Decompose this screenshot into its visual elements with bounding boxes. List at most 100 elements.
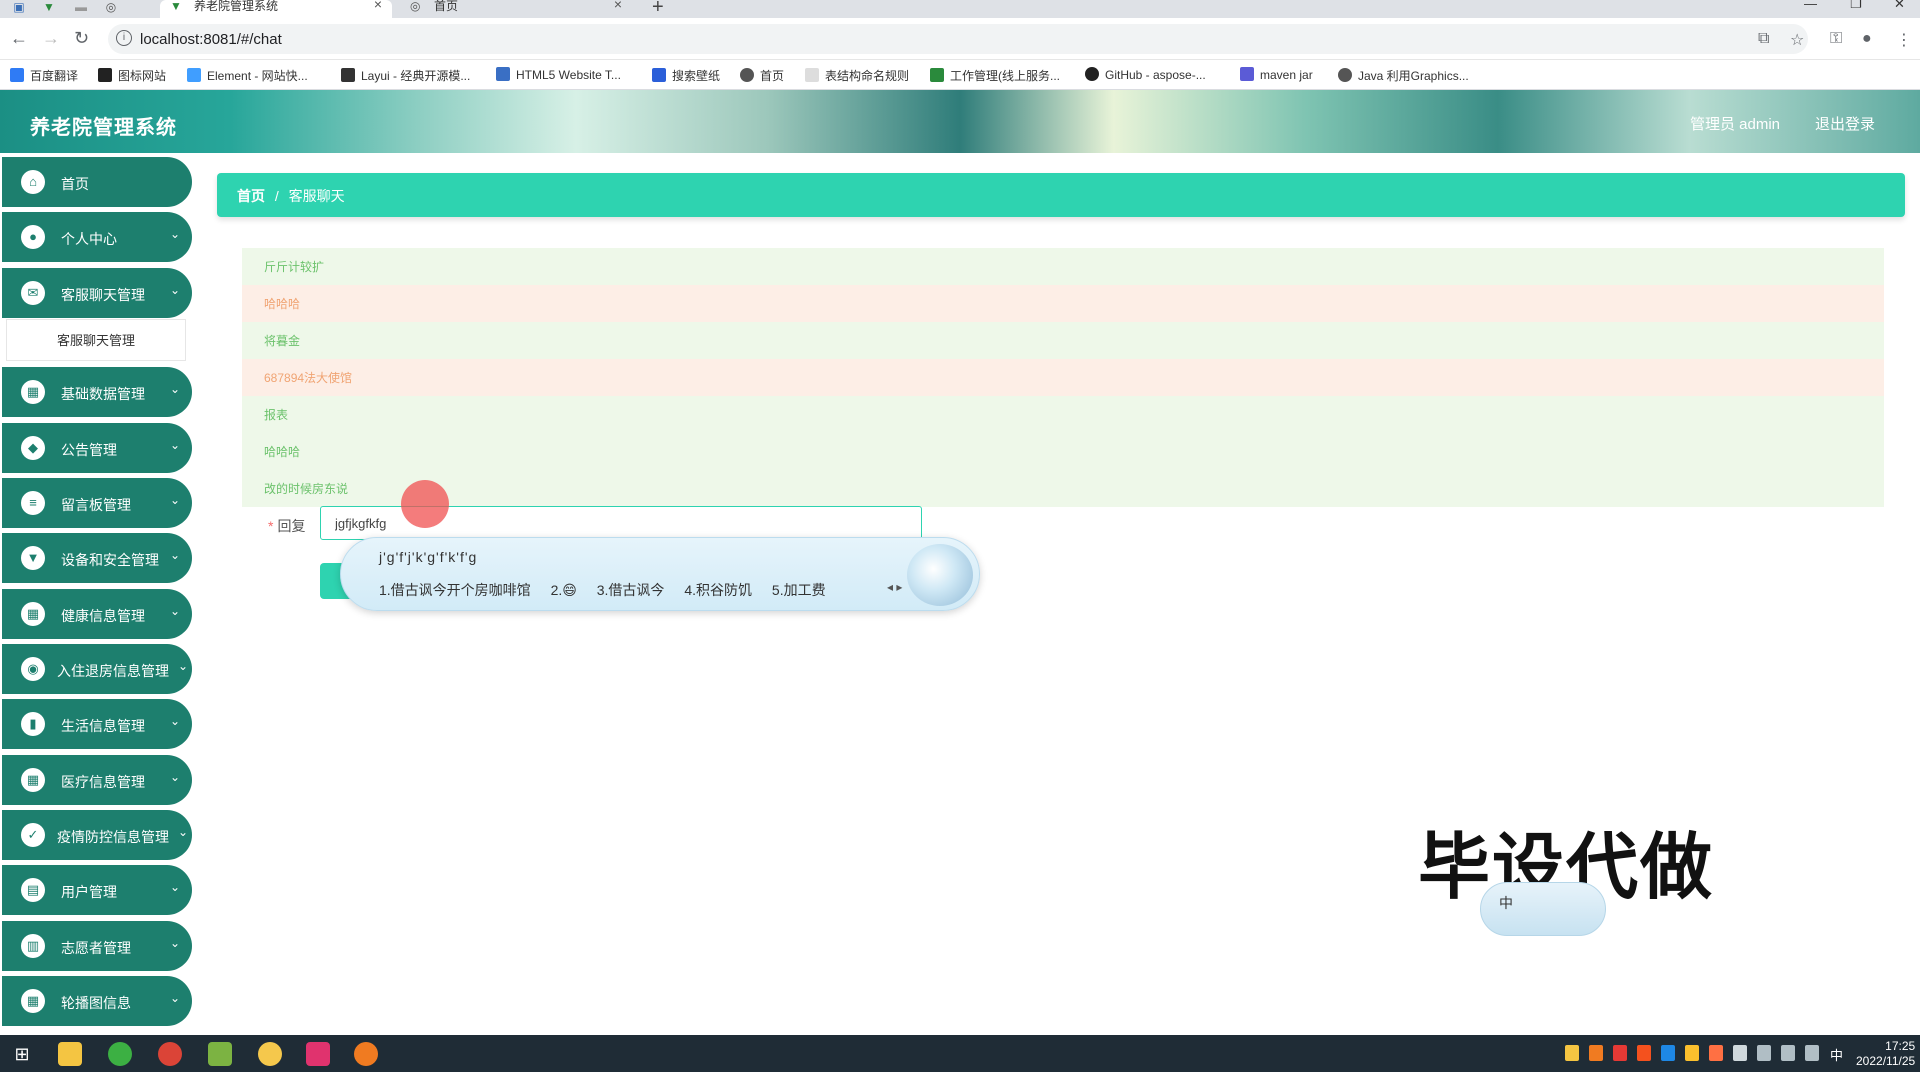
close-window-button[interactable]: ✕: [1894, 0, 1905, 12]
bookmark-icon: [496, 67, 510, 81]
reload-icon[interactable]: ↻: [74, 28, 89, 49]
pinned-tab-icon[interactable]: ▼: [38, 0, 60, 18]
bookmark-item[interactable]: 搜索壁纸: [652, 67, 720, 84]
sidebar-item-checkin[interactable]: ◉ 入住退房信息管理 ⌄: [2, 644, 192, 694]
battery-icon[interactable]: [1733, 1045, 1747, 1061]
notepad-icon[interactable]: [208, 1042, 232, 1066]
sidebar-item-device-safety[interactable]: ▼ 设备和安全管理 ⌄: [2, 533, 192, 583]
url-text[interactable]: localhost:8081/#/chat: [140, 31, 282, 48]
volume-icon[interactable]: [1781, 1045, 1795, 1061]
tray-ime-indicator[interactable]: 中: [1830, 1045, 1843, 1064]
taskbar-clock[interactable]: 17:25 2022/11/25: [1856, 1039, 1915, 1069]
tray-app-icon[interactable]: [1709, 1045, 1723, 1061]
bookmark-item[interactable]: GitHub - aspose-...: [1085, 67, 1206, 82]
tab-label: 首页: [434, 0, 459, 13]
tray-app-icon[interactable]: [1613, 1045, 1627, 1061]
key-icon[interactable]: ⚿: [1830, 30, 1842, 48]
sidebar-item-carousel[interactable]: ▦ 轮播图信息 ⌄: [2, 976, 192, 1026]
bookmark-icon: [1240, 67, 1254, 81]
logout-link[interactable]: 退出登录: [1815, 113, 1875, 134]
sidebar-item-label: 首页: [61, 176, 89, 192]
ime-candidate[interactable]: 1.借古讽今开个房咖啡馆: [379, 582, 531, 598]
windows-start-icon[interactable]: ⊞: [10, 1042, 34, 1066]
close-tab-icon[interactable]: ×: [614, 0, 622, 11]
star-icon[interactable]: ☆: [1790, 30, 1804, 50]
new-tab-button[interactable]: +: [652, 0, 664, 19]
sidebar-item-chat[interactable]: ✉ 客服聊天管理 ⌄: [2, 268, 192, 318]
bookmark-item[interactable]: Element - 网站快...: [187, 67, 308, 84]
pinned-tab-icon[interactable]: ◎: [100, 0, 122, 18]
sidebar-subitem-chat-manage[interactable]: 客服聊天管理: [6, 319, 186, 361]
info-icon[interactable]: i: [116, 30, 132, 46]
sidebar-item-volunteers[interactable]: ▥ 志愿者管理 ⌄: [2, 921, 192, 971]
sidebar-item-health[interactable]: ▦ 健康信息管理 ⌄: [2, 589, 192, 639]
bookmark-item[interactable]: 百度翻译: [10, 67, 78, 84]
users-icon: ▤: [21, 878, 45, 902]
bookmark-item[interactable]: 工作管理(线上服务...: [930, 67, 1060, 84]
ime-skin-decoration: [907, 544, 973, 606]
explorer-icon[interactable]: [58, 1042, 82, 1066]
app-green-icon[interactable]: [108, 1042, 132, 1066]
breadcrumb-home[interactable]: 首页: [237, 188, 265, 204]
network-icon[interactable]: [1757, 1045, 1771, 1061]
app-yellow-icon[interactable]: [258, 1042, 282, 1066]
sidebar-item-label: 设备和安全管理: [61, 552, 159, 568]
reply-label: * 回复: [268, 518, 306, 534]
sidebar-item-label: 医疗信息管理: [61, 774, 145, 790]
sidebar-item-basic-data[interactable]: ▦ 基础数据管理 ⌄: [2, 367, 192, 417]
ime-status-widget[interactable]: 中: [1480, 882, 1606, 936]
ime-candidate[interactable]: 2.😄: [551, 582, 577, 598]
close-tab-icon[interactable]: ×: [374, 0, 382, 11]
bookmark-item[interactable]: HTML5 Website T...: [496, 67, 621, 82]
translate-icon[interactable]: ⧉: [1758, 30, 1769, 48]
bookmark-icon: [10, 68, 24, 82]
shield-icon[interactable]: [1685, 1045, 1699, 1061]
bookmark-item[interactable]: Java 利用Graphics...: [1338, 67, 1469, 84]
tab-home[interactable]: ◎ 首页 ×: [400, 0, 632, 18]
app-orange-icon[interactable]: [354, 1042, 378, 1066]
pinned-tab-icon[interactable]: ▬: [70, 0, 92, 18]
bluetooth-icon[interactable]: [1661, 1045, 1675, 1061]
globe-icon: [740, 68, 754, 82]
chevron-down-icon: ⌄: [169, 438, 180, 452]
bookmark-item[interactable]: 图标网站: [98, 67, 166, 84]
bookmark-icon: [652, 68, 666, 82]
restore-button[interactable]: ❐: [1850, 0, 1862, 12]
tray-search-icon[interactable]: [1589, 1045, 1603, 1061]
clock-time: 17:25: [1885, 1039, 1916, 1053]
sidebar-item-medical[interactable]: ▦ 医疗信息管理 ⌄: [2, 755, 192, 805]
app-launcher-icon[interactable]: ▣: [8, 0, 30, 18]
minimize-button[interactable]: —: [1804, 0, 1817, 11]
sidebar-item-personal[interactable]: ● 个人中心 ⌄: [2, 212, 192, 262]
book-icon: ▮: [21, 712, 45, 736]
bookmark-item[interactable]: 表结构命名规则: [805, 67, 909, 84]
tab-elderly-home[interactable]: ▼ 养老院管理系统 ×: [160, 0, 392, 18]
sidebar-item-notice[interactable]: ◆ 公告管理 ⌄: [2, 423, 192, 473]
tray-app-icon[interactable]: [1637, 1045, 1651, 1061]
bookmark-item[interactable]: 首页: [740, 67, 784, 84]
sidebar-item-epidemic[interactable]: ✓ 疫情防控信息管理 ⌄: [2, 810, 192, 860]
ime-mode-label: 中: [1499, 895, 1513, 911]
sidebar-item-label: 疫情防控信息管理: [57, 829, 169, 845]
intellij-icon[interactable]: [306, 1042, 330, 1066]
sidebar-item-life[interactable]: ▮ 生活信息管理 ⌄: [2, 699, 192, 749]
ime-candidate[interactable]: 4.积谷防饥: [684, 582, 752, 598]
menu-icon[interactable]: ⋮: [1896, 30, 1912, 50]
bookmark-item[interactable]: maven jar: [1240, 67, 1313, 82]
wifi-icon[interactable]: [1805, 1045, 1819, 1061]
sidebar: ⌂ 首页 ● 个人中心 ⌄ ✉ 客服聊天管理 ⌄ 客服聊天管理 ▦ 基础数据管理…: [0, 153, 197, 1035]
back-icon[interactable]: ←: [10, 28, 28, 49]
chrome-icon[interactable]: [158, 1042, 182, 1066]
forward-icon[interactable]: →: [42, 28, 60, 49]
ime-candidate[interactable]: 5.加工费: [772, 582, 826, 598]
sidebar-item-home[interactable]: ⌂ 首页: [2, 157, 192, 207]
ime-candidate[interactable]: 3.借古讽今: [597, 582, 665, 598]
profile-icon[interactable]: ●: [1862, 30, 1872, 48]
bookmark-item[interactable]: Layui - 经典开源模...: [341, 67, 470, 84]
chat-message-left: 斤斤计较扩: [242, 248, 1884, 285]
sidebar-item-message-board[interactable]: ≡ 留言板管理 ⌄: [2, 478, 192, 528]
sidebar-item-users[interactable]: ▤ 用户管理 ⌄: [2, 865, 192, 915]
tray-folder-icon[interactable]: [1565, 1045, 1579, 1061]
url-box[interactable]: i localhost:8081/#/chat: [108, 24, 1808, 54]
ime-page-arrow-icon[interactable]: ◂ ▸: [887, 580, 902, 594]
